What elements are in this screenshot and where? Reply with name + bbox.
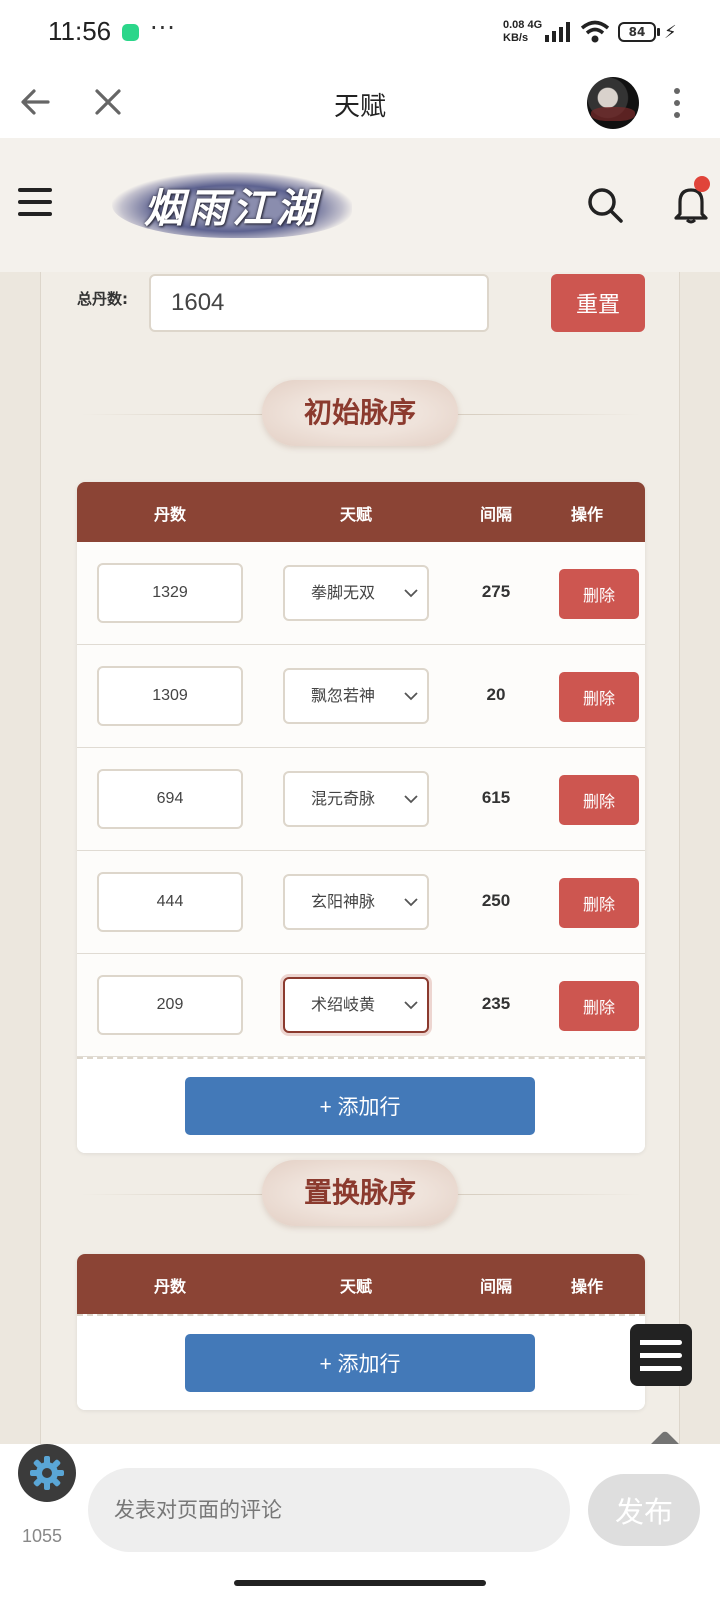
status-time: 11:56 bbox=[48, 16, 112, 46]
reset-button[interactable]: 重置 bbox=[551, 274, 645, 332]
col-talent: 天赋 bbox=[339, 505, 372, 524]
site-header: 烟雨江湖 bbox=[0, 138, 720, 272]
dan-input[interactable]: 1329 bbox=[97, 563, 243, 623]
talent-value: 玄阳神脉 bbox=[311, 892, 376, 911]
table-header: 丹数 天赋 间隔 操作 bbox=[77, 482, 645, 542]
search-icon[interactable] bbox=[586, 186, 624, 224]
col-action: 操作 bbox=[570, 505, 603, 524]
status-more-dots: ··· bbox=[150, 14, 176, 42]
like-count: 1055 bbox=[22, 1526, 63, 1546]
add-row-area: + 添加行 bbox=[77, 1057, 645, 1153]
table-row: 444 玄阳神脉 250 删除 bbox=[77, 851, 645, 954]
more-icon[interactable] bbox=[674, 88, 682, 118]
delete-button[interactable]: 删除 bbox=[559, 878, 639, 928]
talent-select[interactable]: 飘忽若神 bbox=[283, 668, 429, 724]
publish-button[interactable]: 发布 bbox=[588, 1474, 700, 1546]
dan-input[interactable]: 694 bbox=[97, 769, 243, 829]
dan-input[interactable]: 209 bbox=[97, 975, 243, 1035]
section-title-swap: 置换脉序 bbox=[41, 1160, 681, 1230]
table-row: 209 术绍岐黄 235 删除 bbox=[77, 954, 645, 1057]
comment-input[interactable]: 发表对页面的评论 bbox=[88, 1468, 570, 1552]
gap-value: 20 bbox=[486, 685, 506, 704]
talent-select[interactable]: 玄阳神脉 bbox=[283, 874, 429, 930]
gap-value: 235 bbox=[481, 994, 511, 1013]
col-dan: 丹数 bbox=[153, 1277, 186, 1296]
chat-app-icon bbox=[122, 24, 139, 41]
add-row-button[interactable]: + 添加行 bbox=[185, 1334, 535, 1392]
charging-icon: ⚡ bbox=[664, 22, 677, 43]
home-indicator bbox=[0, 1570, 720, 1600]
list-icon[interactable] bbox=[630, 1324, 692, 1386]
talent-value: 术绍岐黄 bbox=[311, 995, 376, 1014]
network-speed: 0.08 4G KB/s bbox=[503, 19, 542, 45]
notification-badge bbox=[694, 176, 710, 192]
table-row: 694 混元奇脉 615 删除 bbox=[77, 748, 645, 851]
nav-bar: 天赋 bbox=[0, 66, 720, 138]
comment-bar: 1055 发表对页面的评论 发布 bbox=[0, 1444, 720, 1570]
col-gap: 间隔 bbox=[479, 1277, 512, 1296]
chevron-down-icon bbox=[404, 795, 418, 804]
dan-input[interactable]: 444 bbox=[97, 872, 243, 932]
chevron-down-icon bbox=[404, 692, 418, 701]
section-heading: 初始脉序 bbox=[262, 380, 458, 446]
menu-icon[interactable] bbox=[18, 188, 52, 216]
net-speed-unit: KB/s bbox=[503, 32, 529, 44]
add-row-button[interactable]: + 添加行 bbox=[185, 1077, 535, 1135]
add-row-area: + 添加行 bbox=[77, 1314, 645, 1410]
table-header: 丹数 天赋 间隔 操作 bbox=[77, 1254, 645, 1314]
status-bar: 11:56 ··· 0.08 4G KB/s 84 ⚡ bbox=[0, 0, 720, 66]
chevron-down-icon bbox=[404, 1001, 418, 1010]
col-action: 操作 bbox=[570, 1277, 603, 1296]
section-title-initial: 初始脉序 bbox=[41, 380, 681, 450]
talent-value: 飘忽若神 bbox=[311, 686, 376, 705]
chevron-down-icon bbox=[404, 589, 418, 598]
section-heading: 置换脉序 bbox=[262, 1160, 458, 1226]
col-gap: 间隔 bbox=[479, 505, 512, 524]
gap-value: 275 bbox=[481, 582, 511, 601]
net-speed-value: 0.08 bbox=[503, 19, 525, 31]
delete-button[interactable]: 删除 bbox=[559, 569, 639, 619]
logo-text: 烟雨江湖 bbox=[144, 185, 320, 232]
chevron-down-icon bbox=[404, 898, 418, 907]
total-dan-input[interactable]: 1604 bbox=[149, 274, 489, 332]
delete-button[interactable]: 删除 bbox=[559, 981, 639, 1031]
avatar[interactable] bbox=[587, 77, 639, 129]
delete-button[interactable]: 删除 bbox=[559, 672, 639, 722]
talent-value: 混元奇脉 bbox=[311, 789, 376, 808]
initial-table: 丹数 天赋 间隔 操作 1329 拳脚无双 275 删除 1309 飘忽若神 2… bbox=[77, 482, 645, 1153]
table-row: 1309 飘忽若神 20 删除 bbox=[77, 645, 645, 748]
total-dan-label: 总丹数: bbox=[77, 290, 128, 308]
talent-select[interactable]: 混元奇脉 bbox=[283, 771, 429, 827]
battery-indicator: 84 bbox=[618, 22, 656, 42]
gap-value: 250 bbox=[481, 891, 511, 910]
delete-button[interactable]: 删除 bbox=[559, 775, 639, 825]
gear-icon bbox=[30, 1456, 64, 1490]
battery-tip bbox=[657, 28, 660, 36]
settings-button[interactable] bbox=[18, 1444, 76, 1502]
signal-icon bbox=[545, 22, 570, 42]
col-talent: 天赋 bbox=[339, 1277, 372, 1296]
gap-value: 615 bbox=[481, 788, 511, 807]
site-logo[interactable]: 烟雨江湖 bbox=[112, 172, 352, 238]
talent-value: 拳脚无双 bbox=[311, 583, 376, 602]
dan-input[interactable]: 1309 bbox=[97, 666, 243, 726]
swap-table: 丹数 天赋 间隔 操作 + 添加行 bbox=[77, 1254, 645, 1410]
page-content: 总丹数: 1604 重置 初始脉序 丹数 天赋 间隔 操作 1329 拳脚无双 … bbox=[0, 272, 720, 1444]
talent-select[interactable]: 术绍岐黄 bbox=[283, 977, 429, 1033]
wifi-icon bbox=[580, 20, 610, 43]
net-type: 4G bbox=[527, 19, 543, 31]
table-row: 1329 拳脚无双 275 删除 bbox=[77, 542, 645, 645]
calculator-panel: 总丹数: 1604 重置 初始脉序 丹数 天赋 间隔 操作 1329 拳脚无双 … bbox=[40, 272, 680, 1444]
talent-select[interactable]: 拳脚无双 bbox=[283, 565, 429, 621]
col-dan: 丹数 bbox=[153, 505, 186, 524]
